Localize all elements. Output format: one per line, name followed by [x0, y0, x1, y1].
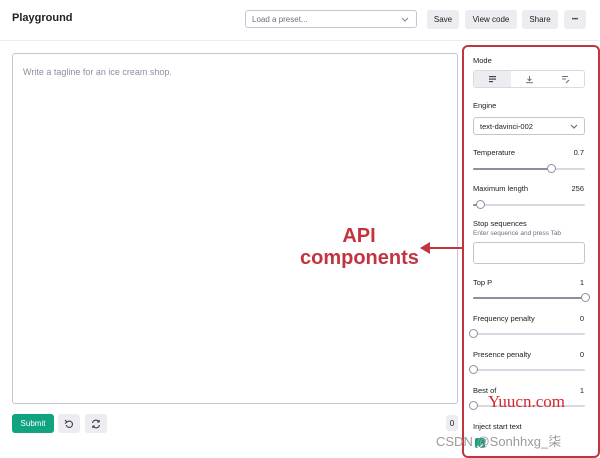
top-p-value: 1 [579, 278, 584, 287]
stop-sequences-input[interactable] [473, 242, 585, 264]
page-title: Playground [12, 12, 73, 24]
annotation-line-2: components [300, 247, 419, 269]
max-length-label: Maximum length [473, 184, 529, 193]
watermark-site: Yuucn.com [488, 392, 565, 411]
stop-sequences-hint: Enter sequence and press Tab [473, 230, 562, 237]
mode-complete[interactable] [474, 71, 511, 87]
preset-select[interactable]: Load a preset... [245, 10, 417, 28]
save-button[interactable]: Save [427, 10, 459, 29]
annotation-arrow-icon [420, 242, 462, 254]
annotation-label: API components [300, 225, 419, 269]
more-options-button[interactable]: ••• [564, 10, 586, 29]
editor-placeholder: Write a tagline for an ice cream shop. [23, 67, 172, 77]
engine-value: text-davinci-002 [480, 122, 533, 131]
slider-fill [473, 168, 552, 170]
temperature-value: 0.7 [573, 148, 584, 157]
stop-sequences-label: Stop sequences [473, 219, 527, 228]
presence-penalty-slider[interactable] [469, 365, 585, 374]
slider-handle[interactable] [475, 200, 485, 209]
mode-insert[interactable] [511, 71, 548, 87]
watermark-csdn: CSDN @Sonhhxg_柒 [436, 434, 562, 449]
slider-handle[interactable] [469, 401, 478, 410]
edit-mode-icon [562, 75, 570, 83]
mode-edit[interactable] [547, 71, 584, 87]
complete-mode-icon [488, 75, 496, 82]
share-button[interactable]: Share [522, 10, 558, 29]
engine-select[interactable]: text-davinci-002 [473, 117, 585, 135]
slider-handle[interactable] [547, 164, 557, 173]
view-code-button[interactable]: View code [465, 10, 517, 29]
token-count: 0 [446, 415, 458, 431]
presence-penalty-label: Presence penalty [473, 350, 531, 359]
top-bar: Playground Load a preset... Save View co… [0, 0, 600, 41]
regenerate-button[interactable] [85, 414, 107, 433]
submit-button[interactable]: Submit [12, 414, 54, 433]
slider-handle[interactable] [581, 293, 590, 302]
max-length-slider[interactable] [473, 200, 585, 209]
presence-penalty-value: 0 [579, 350, 584, 359]
mode-selector[interactable] [473, 70, 585, 88]
preset-placeholder: Load a preset... [252, 15, 308, 24]
mode-label: Mode [473, 56, 492, 65]
annotation-line-1: API [342, 225, 376, 247]
chevron-down-icon [570, 124, 578, 129]
slider-handle[interactable] [469, 365, 478, 374]
undo-button[interactable] [58, 414, 80, 433]
temperature-slider[interactable] [473, 164, 585, 173]
slider-handle[interactable] [469, 329, 478, 338]
best-of-value: 1 [579, 386, 584, 395]
temperature-label: Temperature [473, 148, 516, 157]
insert-mode-icon [525, 75, 533, 83]
engine-label: Engine [473, 101, 497, 110]
refresh-icon [91, 419, 101, 428]
slider-fill [473, 297, 585, 299]
frequency-penalty-value: 0 [579, 314, 584, 323]
top-p-label: Top P [473, 278, 493, 287]
frequency-penalty-label: Frequency penalty [473, 314, 535, 323]
chevron-down-icon [401, 17, 409, 22]
max-length-value: 256 [571, 184, 584, 193]
frequency-penalty-slider[interactable] [469, 329, 585, 338]
undo-icon [64, 419, 74, 428]
inject-start-label: Inject start text [473, 422, 522, 431]
top-p-slider[interactable] [473, 293, 590, 302]
